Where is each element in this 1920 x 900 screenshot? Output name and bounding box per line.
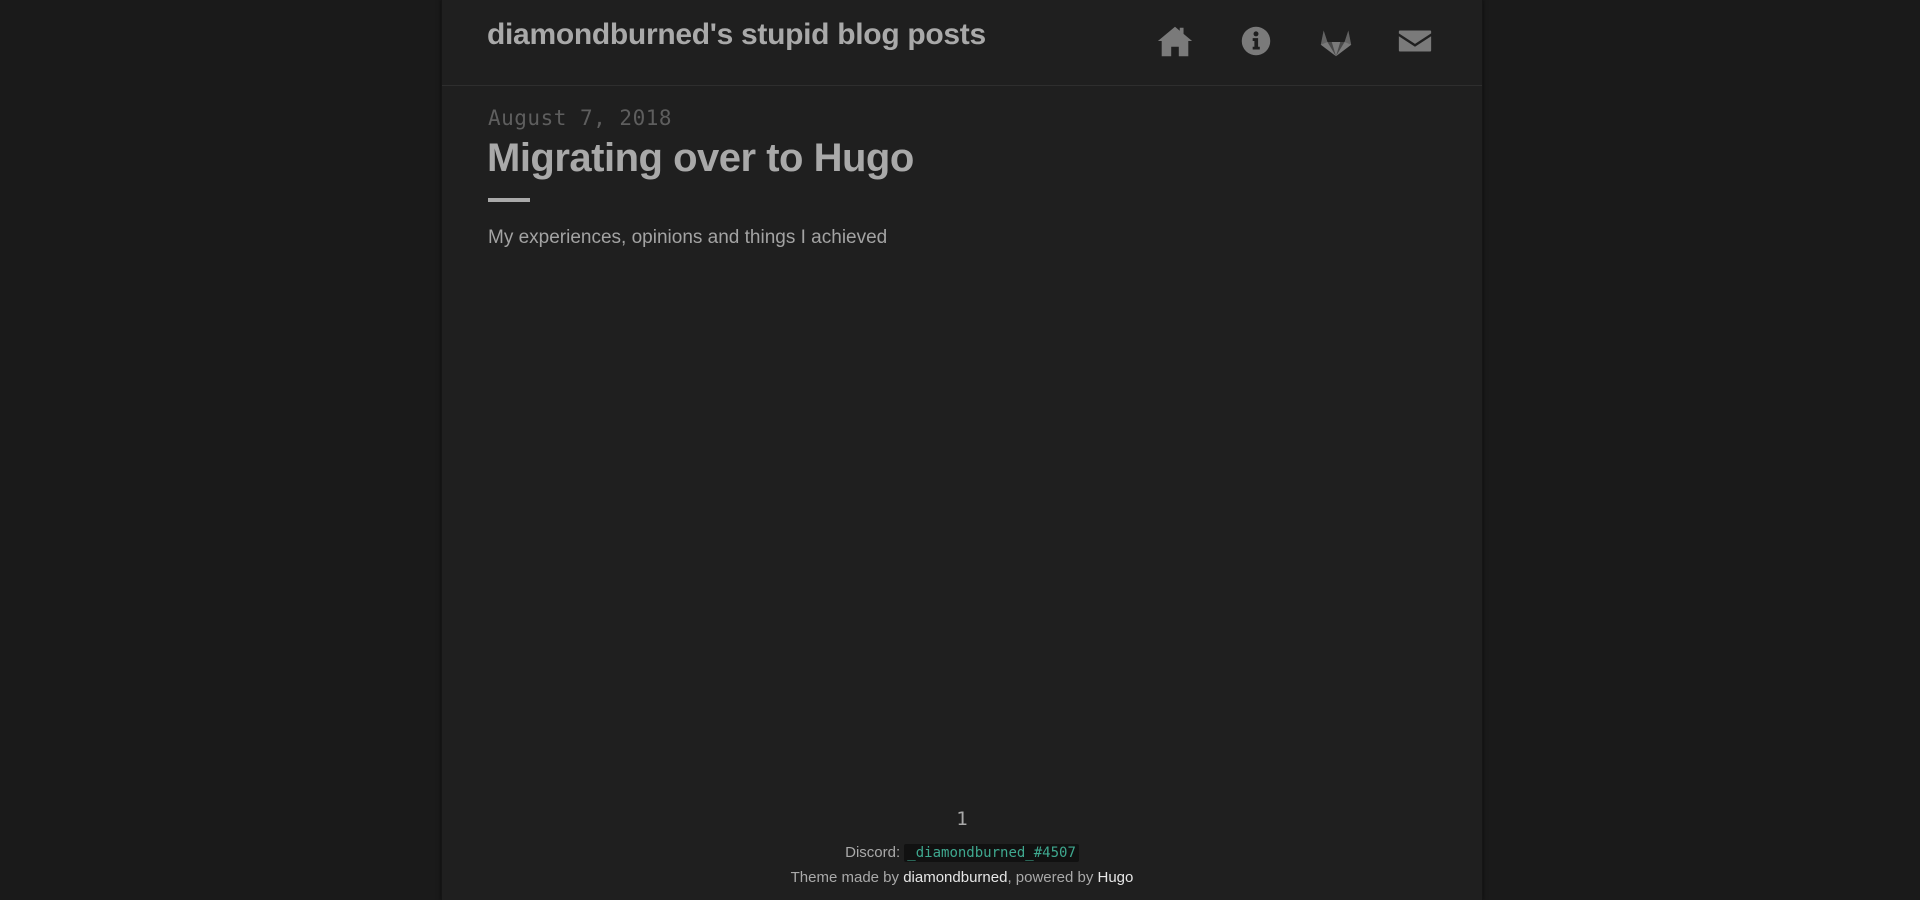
site-title[interactable]: diamondburned's stupid blog posts (487, 18, 986, 52)
theme-author-link[interactable]: diamondburned (903, 869, 1007, 886)
post-title-link[interactable]: Migrating over to Hugo (487, 136, 914, 181)
gitlab-icon[interactable] (1317, 22, 1355, 60)
site-header: diamondburned's stupid blog posts (442, 0, 1482, 86)
post-date: August 7, 2018 (488, 106, 673, 130)
hugo-link[interactable]: Hugo (1098, 869, 1134, 886)
envelope-icon[interactable] (1396, 22, 1434, 60)
info-icon[interactable] (1237, 22, 1275, 60)
pagination-current-page: 1 (956, 808, 968, 830)
title-underline (488, 198, 530, 202)
home-icon[interactable] (1156, 22, 1194, 60)
footer-discord: Discord: _diamondburned_#4507 (442, 844, 1482, 862)
page-container: diamondburned's stupid blog posts August… (441, 0, 1483, 900)
discord-label: Discord: (845, 844, 901, 861)
theme-prefix: Theme made by (790, 869, 904, 886)
powered-prefix: , powered by (1007, 869, 1098, 886)
post-summary: My experiences, opinions and things I ac… (488, 227, 888, 248)
discord-tag: _diamondburned_#4507 (904, 844, 1079, 862)
footer-credits: Theme made by diamondburned, powered by … (442, 869, 1482, 886)
